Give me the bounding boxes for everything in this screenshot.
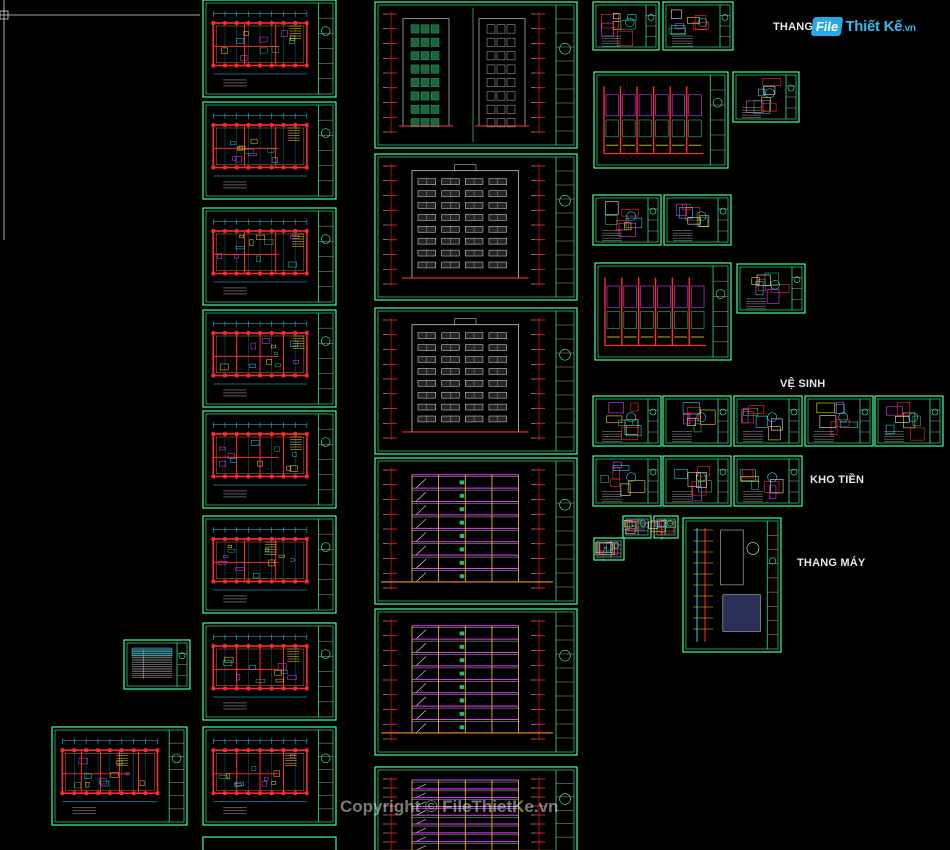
logo-main-text: Thiết Kế [845,17,903,35]
wc-detail-sheet-2[interactable] [662,395,732,447]
elevation-sheet-3[interactable] [374,307,578,455]
wc-detail-sheet-3[interactable] [733,395,803,447]
stair-section-sheet-2[interactable] [594,262,732,361]
logo-text: Thiết Kế.vn [845,17,916,35]
floor-plan-sheet-6[interactable] [202,515,337,614]
vault-detail-sheet-2[interactable] [662,455,732,507]
elevator-detail-sheet[interactable] [682,517,782,653]
stair-detail-sheet-2[interactable] [662,1,734,51]
floor-plan-sheet-7[interactable] [202,622,337,721]
filethietke-logo: File Thiết Kế.vn [810,13,916,39]
small-detail-sheet-2[interactable] [648,515,679,540]
small-detail-sheet-3[interactable] [593,537,625,562]
vault-detail-sheet-1[interactable] [592,455,662,507]
stair-plan-sheet-2[interactable] [663,194,732,246]
floor-plan-sheet-partial[interactable] [202,836,337,850]
small-detail-sheet-1[interactable] [622,515,652,540]
floor-plan-sheet-4[interactable] [202,309,337,408]
elevation-sheet-2[interactable] [374,153,578,301]
copyright-watermark: Copyright © FileThietKe.vn [340,797,559,816]
floor-plan-sheet-8[interactable] [202,726,337,826]
label-thang: THANG [773,21,814,33]
vault-detail-sheet-3[interactable] [733,455,803,507]
wc-detail-sheet-5[interactable] [874,395,944,447]
logo-box-text: File [810,16,844,36]
stair-detail-sheet-1[interactable] [592,1,660,51]
floor-plan-sheet-2[interactable] [202,101,337,200]
label-ve-sinh: VỆ SINH [780,378,826,390]
stair-detail-small-2[interactable] [736,263,806,314]
floor-plan-sheet-1[interactable] [202,0,337,98]
wc-detail-sheet-1[interactable] [592,395,662,447]
cad-model-space-canvas[interactable] [0,0,950,850]
wc-detail-sheet-4[interactable] [804,395,874,447]
elevation-sheet-1[interactable] [374,1,578,149]
stair-section-sheet-1[interactable] [593,71,729,169]
crosshair-cursor-icon [0,0,200,240]
label-thang-may: THANG MÁY [797,557,866,569]
site-plan-sheet[interactable] [51,726,188,826]
floor-plan-sheet-5[interactable] [202,410,337,509]
stair-detail-small-1[interactable] [732,71,800,123]
section-sheet-1[interactable] [374,457,578,605]
schedule-table-sheet[interactable] [123,639,191,690]
stair-plan-sheet-1[interactable] [592,194,662,246]
logo-suffix: .vn [902,22,916,34]
label-kho-tien: KHO TIỀN [810,474,865,486]
floor-plan-sheet-3[interactable] [202,207,337,306]
section-sheet-2[interactable] [374,608,578,756]
